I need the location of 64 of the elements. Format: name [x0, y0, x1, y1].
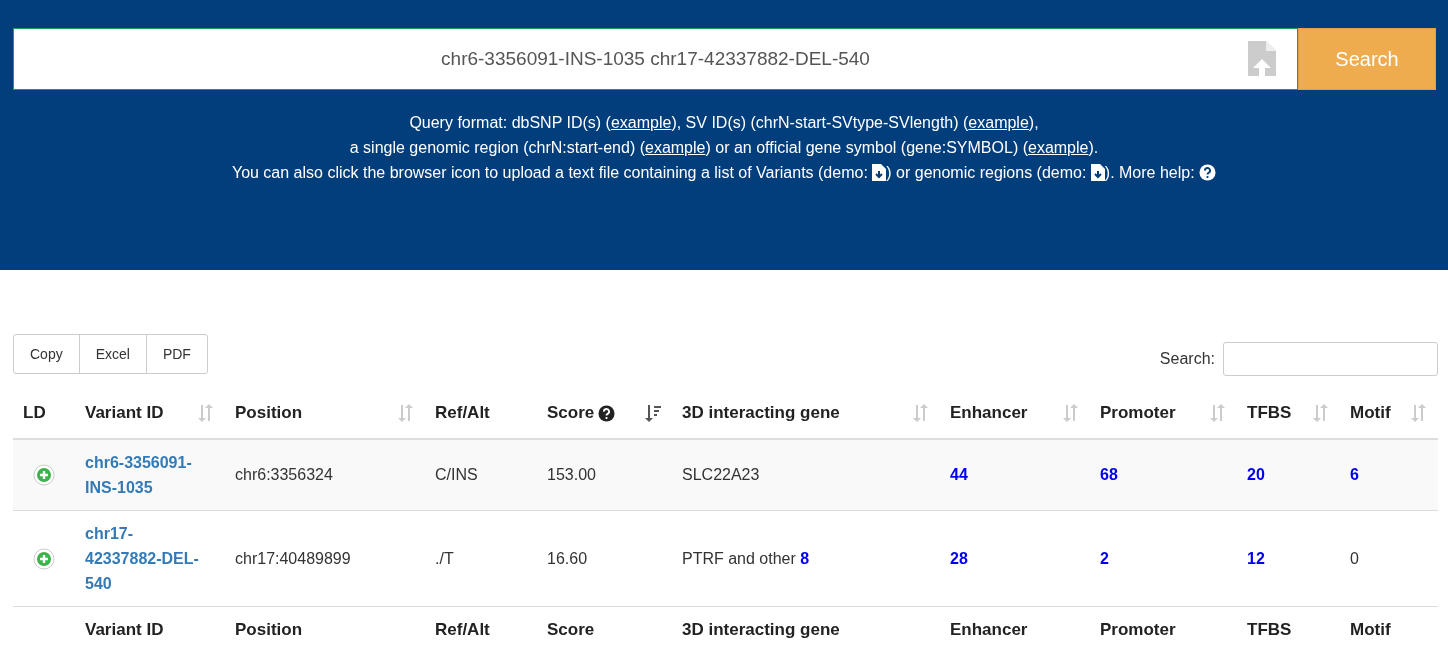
column-footer: Variant ID: [75, 619, 225, 640]
column-footer: Position: [225, 619, 425, 640]
count-link[interactable]: 12: [1237, 549, 1275, 568]
ref-alt-text: C/INS: [434, 466, 479, 484]
variant-link[interactable]: chr6-3356091-INS-1035: [75, 450, 213, 500]
score-text: 153.00: [546, 466, 597, 484]
sort-icon[interactable]: [912, 403, 930, 423]
count-link[interactable]: 68: [1090, 466, 1128, 484]
help-icon[interactable]: [598, 404, 616, 422]
count-link[interactable]: 20: [1237, 466, 1275, 484]
column-header[interactable]: TFBS: [1247, 403, 1292, 423]
sort-icon[interactable]: [1312, 403, 1330, 423]
help-text: Query format: dbSNP ID(s) (example), SV ID(s) (chrN-start-SVtype-SVlength) (example),: [408, 113, 1040, 133]
column-header[interactable]: Motif: [1350, 403, 1391, 423]
column-header[interactable]: LD: [23, 403, 46, 423]
column-header[interactable]: Enhancer: [950, 403, 1028, 423]
count-link[interactable]: 44: [940, 466, 978, 484]
gene-count-link[interactable]: 8: [800, 549, 810, 567]
count-link[interactable]: 2: [1090, 549, 1119, 568]
export-button[interactable]: PDF: [145, 334, 208, 374]
example-link[interactable]: example: [968, 114, 1029, 131]
column-footer: Score: [537, 619, 672, 640]
help-icon[interactable]: [1199, 164, 1217, 181]
sort-icon[interactable]: [397, 403, 415, 423]
sort-icon[interactable]: [1410, 403, 1428, 423]
example-link[interactable]: example: [645, 139, 706, 156]
ref-alt-text: ./T: [434, 549, 455, 568]
help-text: a single genomic region (chrN:start-end) (example) or an official gene symbol (gene:SYMBOL) (example).: [348, 138, 1100, 158]
file-upload-icon[interactable]: [1248, 41, 1276, 76]
table-search-field[interactable]: [1223, 342, 1438, 376]
help-text: You can also click the browser icon to upload a text file containing a list of Variants (demo: ) or genomic regions (demo: ). More help:: [0, 160, 1448, 185]
column-header[interactable]: Position: [235, 403, 303, 423]
column-header[interactable]: Score: [547, 403, 595, 423]
count-link[interactable]: 28: [940, 549, 978, 568]
column-footer: Enhancer: [940, 619, 1090, 640]
column-header[interactable]: Variant ID: [85, 403, 164, 423]
position-text: chr17:40489899: [234, 549, 352, 568]
column-footer: Ref/Alt: [425, 619, 537, 640]
sort-descending-icon[interactable]: [644, 403, 662, 423]
sort-icon[interactable]: [1209, 403, 1227, 423]
export-button[interactable]: Excel: [78, 334, 147, 374]
file-download-icon[interactable]: [1090, 164, 1105, 181]
gene-text: SLC22A23: [682, 466, 760, 483]
column-footer: Promoter: [1090, 619, 1237, 640]
sort-icon[interactable]: [1062, 403, 1080, 423]
count-text: 0: [1349, 549, 1360, 568]
column-header[interactable]: 3D interacting gene: [682, 403, 840, 423]
position-text: chr6:3356324: [234, 466, 334, 484]
gene-text: PTRF and other: [682, 549, 796, 567]
example-link[interactable]: example: [1028, 139, 1089, 156]
column-header[interactable]: Promoter: [1100, 403, 1176, 423]
sort-icon[interactable]: [197, 403, 215, 423]
variant-link[interactable]: chr17-42337882-DEL-540: [75, 521, 213, 596]
file-download-icon[interactable]: [872, 164, 887, 181]
search-label: Search:: [1159, 350, 1215, 368]
search-field[interactable]: chr6-3356091-INS-1035 chr17-42337882-DEL-540: [13, 28, 1298, 90]
column-footer: 3D interacting gene: [672, 619, 940, 640]
example-link[interactable]: example: [610, 114, 672, 131]
column-footer: TFBS: [1237, 619, 1340, 640]
count-link[interactable]: 6: [1340, 466, 1369, 484]
score-text: 16.60: [546, 549, 589, 568]
export-button[interactable]: Copy: [13, 334, 80, 374]
column-header[interactable]: Ref/Alt: [435, 403, 490, 423]
column-footer: Motif: [1340, 619, 1438, 640]
